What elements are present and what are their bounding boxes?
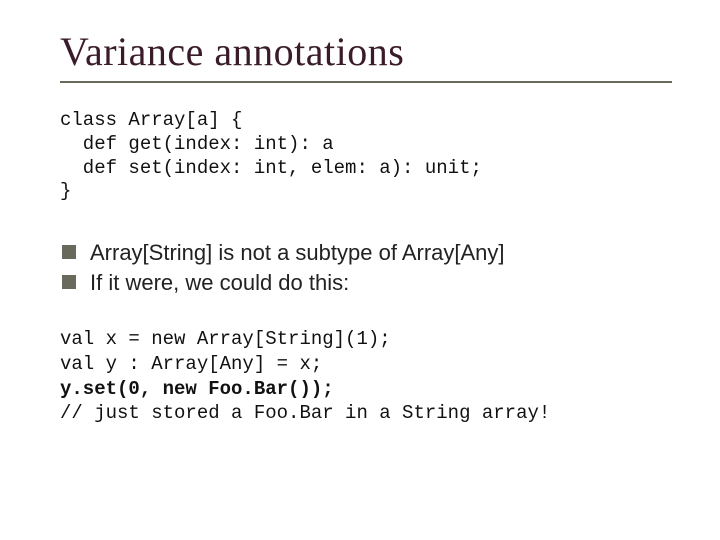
- code-line: def get(index: int): a: [60, 133, 334, 155]
- bullet-text: Array[String] is not a subtype of Array[…: [90, 240, 505, 265]
- code-line: }: [60, 180, 71, 202]
- bullet-item: If it were, we could do this:: [60, 268, 672, 298]
- title-underline: [60, 81, 672, 83]
- code-line: // just stored a Foo.Bar in a String arr…: [60, 402, 550, 424]
- bullet-list: Array[String] is not a subtype of Array[…: [60, 238, 672, 297]
- code-block-2: val x = new Array[String](1); val y : Ar…: [60, 327, 672, 426]
- bullet-item: Array[String] is not a subtype of Array[…: [60, 238, 672, 268]
- code-line: class Array[a] {: [60, 109, 242, 131]
- bullet-text: If it were, we could do this:: [90, 270, 349, 295]
- slide: Variance annotations class Array[a] { de…: [0, 0, 720, 540]
- slide-title: Variance annotations: [60, 28, 672, 75]
- code-line: def set(index: int, elem: a): unit;: [60, 157, 482, 179]
- code-line: val y : Array[Any] = x;: [60, 353, 322, 375]
- code-line: val x = new Array[String](1);: [60, 328, 391, 350]
- code-line-bold: y.set(0, new Foo.Bar());: [60, 378, 334, 400]
- square-bullet-icon: [62, 245, 76, 259]
- code-block-1: class Array[a] { def get(index: int): a …: [60, 109, 672, 204]
- square-bullet-icon: [62, 275, 76, 289]
